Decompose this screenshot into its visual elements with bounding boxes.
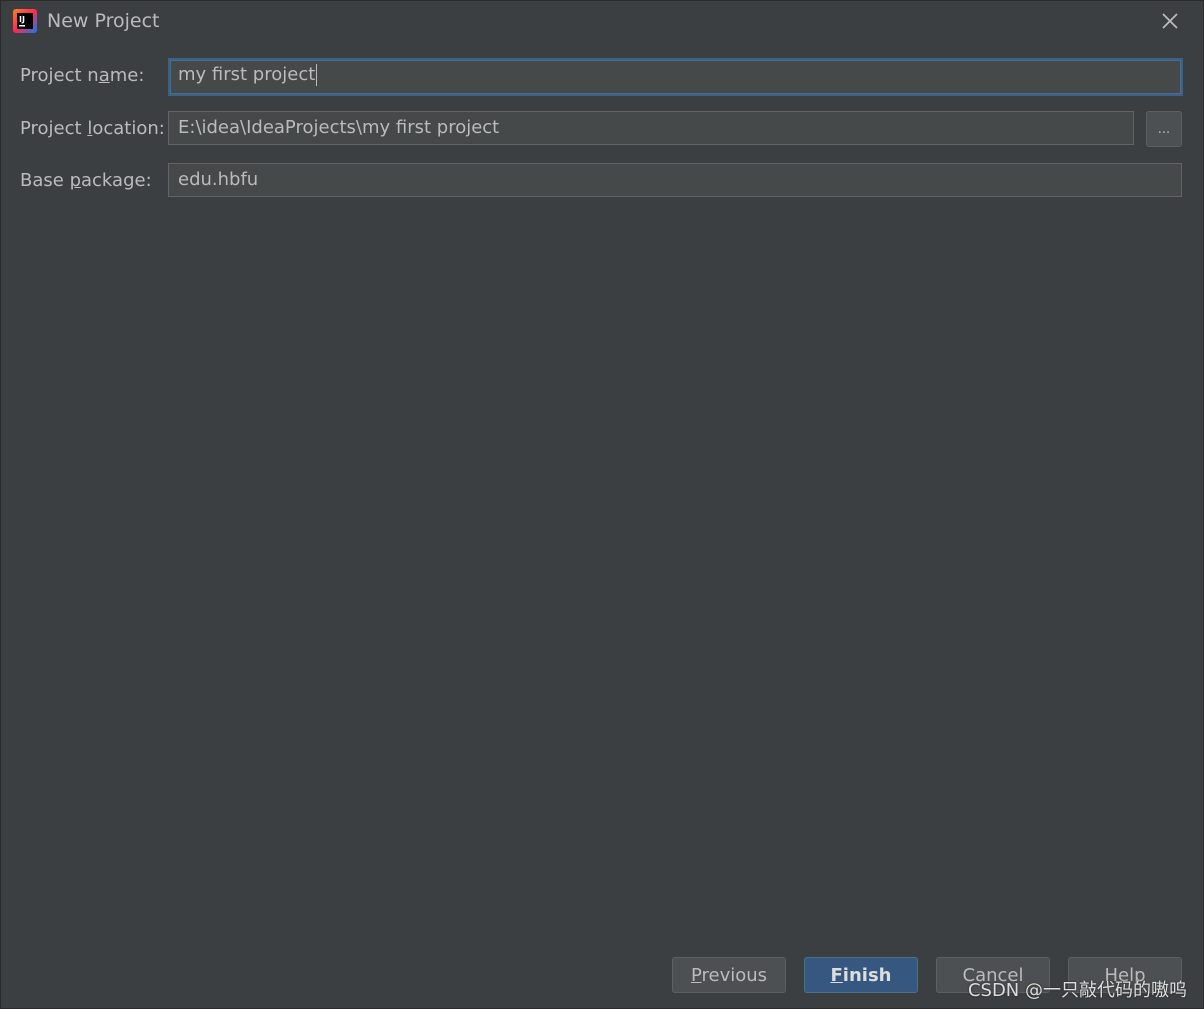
base-package-input[interactable]: edu.hbfu (168, 163, 1182, 197)
project-location-row: Project location: E:\idea\IdeaProjects\m… (1, 111, 1203, 147)
finish-button[interactable]: Finish (804, 957, 918, 993)
csdn-watermark: CSDN @一只敲代码的嗷呜 (967, 980, 1187, 1001)
browse-button[interactable]: ... (1146, 111, 1182, 147)
project-location-label: Project location: (20, 118, 165, 139)
base-package-row: Base package: edu.hbfu (1, 163, 1203, 199)
previous-button[interactable]: Previous (672, 957, 786, 993)
title-bar: IJ New Project (1, 1, 1203, 43)
window-title: New Project (47, 10, 160, 32)
project-name-row: Project name: my first project (1, 58, 1203, 96)
new-project-dialog: IJ New Project Project name: my first pr… (0, 0, 1204, 1009)
project-name-input[interactable]: my first project (168, 58, 1183, 96)
svg-text:IJ: IJ (19, 15, 25, 24)
project-location-input[interactable]: E:\idea\IdeaProjects\my first project (168, 111, 1134, 145)
base-package-label: Base package: (20, 170, 152, 191)
intellij-idea-icon: IJ (13, 9, 37, 33)
project-name-label: Project name: (20, 65, 145, 86)
text-caret (316, 64, 318, 86)
close-icon[interactable] (1159, 10, 1181, 32)
